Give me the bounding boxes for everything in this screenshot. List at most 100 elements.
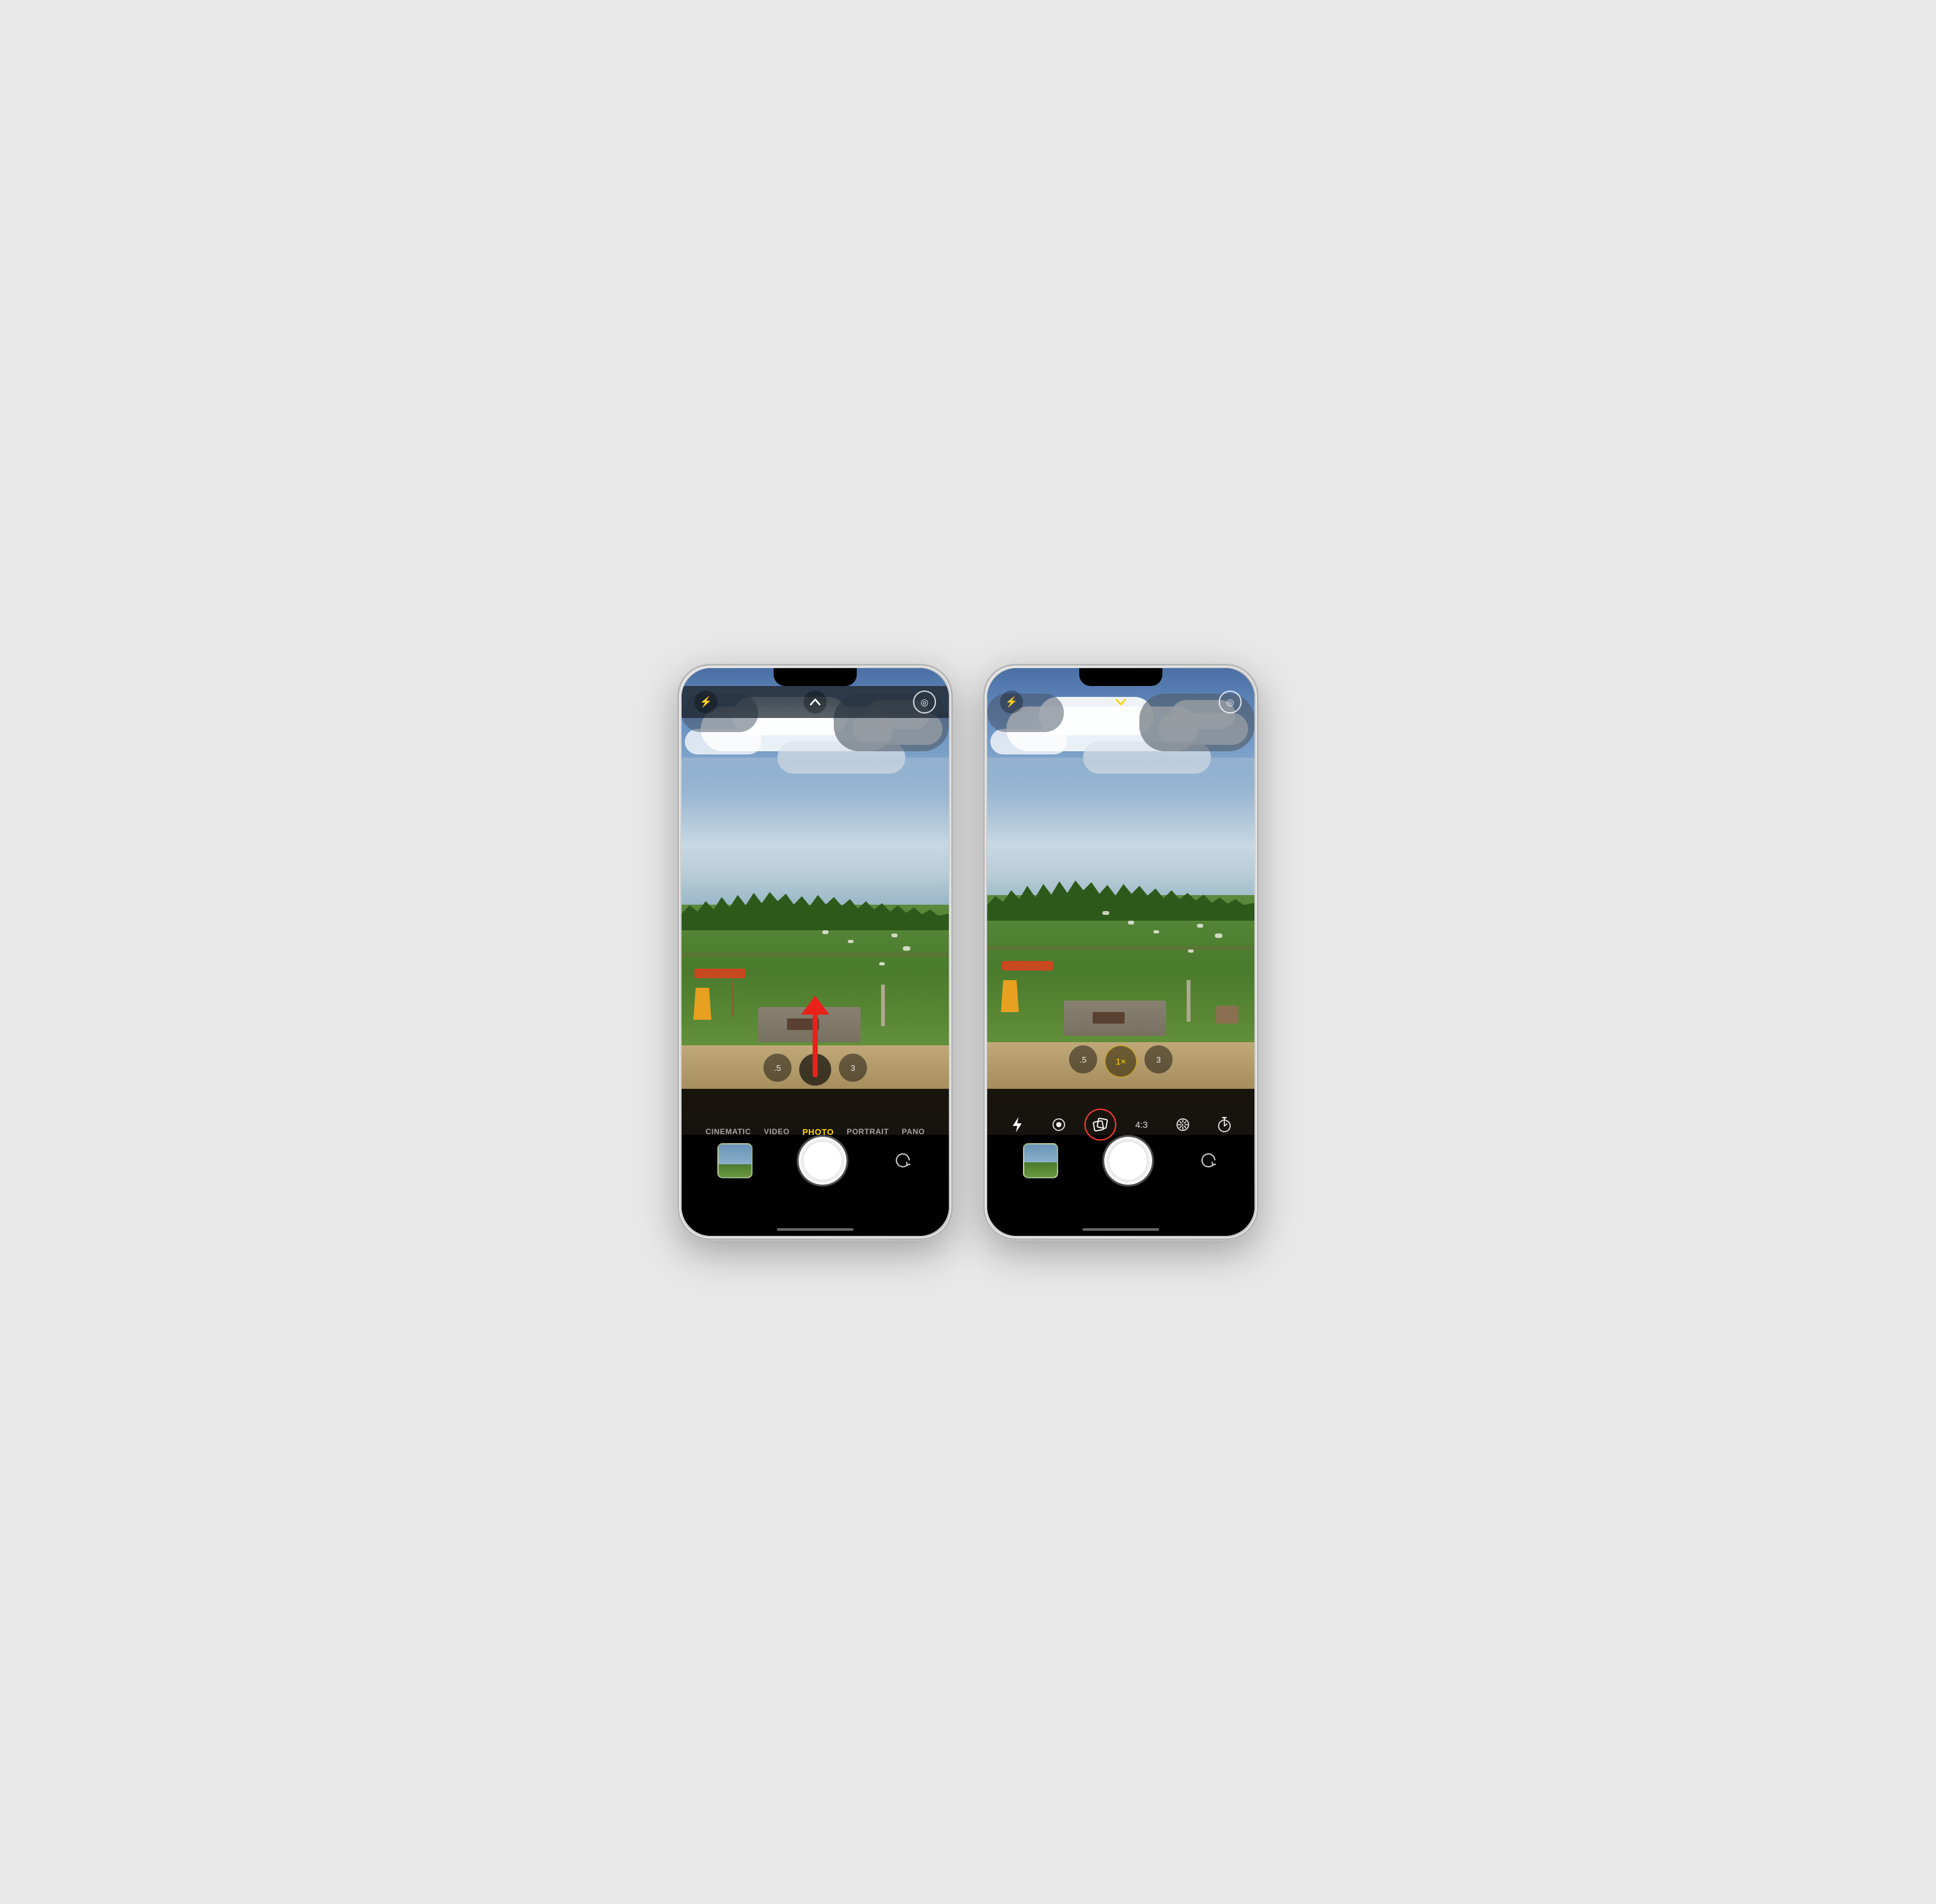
camera-controls-1 — [682, 1137, 949, 1185]
settings-toolbar-2: 4:3 + — [987, 1112, 1254, 1137]
zoom-3-btn-1[interactable]: 3 — [839, 1054, 867, 1082]
flash-settings-icon — [1010, 1116, 1024, 1134]
platform-2 — [1002, 961, 1053, 971]
notch-1 — [774, 668, 857, 686]
thumbnail-1[interactable] — [717, 1143, 753, 1178]
home-indicator-2 — [1082, 1228, 1159, 1231]
chevron-up-icon-1 — [809, 698, 821, 706]
playground-1 — [691, 969, 749, 1020]
sheep-2d — [1215, 933, 1222, 938]
settings-flash-2[interactable] — [1005, 1112, 1029, 1137]
zoom-3-label-2: 3 — [1156, 1055, 1160, 1065]
treeline-1 — [682, 886, 949, 930]
treeline-2 — [987, 873, 1254, 921]
thumbnail-sky — [719, 1144, 751, 1164]
sheep-2b — [1153, 930, 1159, 933]
zoom-1x-btn-2[interactable]: 1× — [1105, 1045, 1137, 1077]
mode-photo-1[interactable]: PHOTO — [802, 1127, 834, 1137]
red-highlight-circle — [1084, 1109, 1116, 1141]
live-photo-button-1[interactable]: ◎ — [913, 691, 936, 714]
phone-2-screen: ⚡ ◎ .5 1× 3 — [987, 668, 1254, 1236]
ladder-post — [732, 981, 733, 1017]
cloud-haze — [682, 758, 949, 796]
sheep-3 — [891, 933, 898, 937]
live-photo-icon-2: ◎ — [1226, 697, 1234, 708]
shutter-inner-2 — [1107, 1140, 1149, 1182]
chevron-down-icon-2 — [1115, 698, 1127, 706]
live-photo-settings-icon — [1051, 1117, 1066, 1132]
zoom-05-label-1: .5 — [774, 1063, 781, 1073]
arrow-shaft — [813, 1013, 818, 1077]
red-arrow-annotation — [813, 1013, 818, 1077]
zoom-3-label-1: 3 — [850, 1063, 855, 1073]
flash-icon-2: ⚡ — [1005, 696, 1018, 708]
ladder-1 — [717, 981, 749, 1020]
settings-aspect-2[interactable]: 4:3 — [1129, 1112, 1153, 1137]
shutter-button-1[interactable] — [799, 1137, 847, 1185]
umbrella-2 — [1187, 980, 1190, 1022]
zoom-05-btn-1[interactable]: .5 — [763, 1054, 792, 1082]
settings-timer-2[interactable] — [1212, 1112, 1237, 1137]
platform-1 — [694, 969, 746, 978]
settings-styles-container — [1088, 1112, 1112, 1137]
rotate-icon-svg-1 — [893, 1151, 913, 1171]
top-bar-2: ⚡ ◎ — [987, 691, 1254, 714]
svg-text:+: + — [1181, 1122, 1184, 1128]
fence-2 — [987, 946, 1254, 950]
table-2 — [1093, 1012, 1125, 1024]
cloud-2haze — [987, 758, 1254, 796]
rotate-button-2[interactable] — [1198, 1151, 1219, 1171]
rotate-button-1[interactable] — [893, 1151, 913, 1171]
zoom-05-btn-2[interactable]: .5 — [1069, 1045, 1097, 1073]
thumbnail-2[interactable] — [1023, 1143, 1058, 1178]
mode-pano-1[interactable]: PANO — [902, 1127, 925, 1137]
chevron-button-1[interactable] — [804, 691, 827, 714]
zoom-controls-2: .5 1× 3 — [987, 1045, 1254, 1077]
timer-icon — [1217, 1116, 1232, 1133]
flash-button-2[interactable]: ⚡ — [1000, 691, 1023, 714]
thumbnail-grass — [719, 1164, 751, 1177]
settings-exposure-2[interactable]: + — [1171, 1112, 1195, 1137]
thumbnail-2-sky — [1024, 1144, 1057, 1162]
phone-1-screen: ⚡ ◎ .5 — [682, 668, 949, 1236]
exposure-icon: + — [1175, 1117, 1190, 1132]
zoom-3-btn-2[interactable]: 3 — [1144, 1045, 1173, 1073]
mode-video-1[interactable]: VIDEO — [764, 1127, 790, 1137]
top-bar-1: ⚡ ◎ — [682, 691, 949, 714]
umbrella-1 — [881, 985, 885, 1026]
notch-2 — [1079, 668, 1162, 686]
sheep-2c — [1197, 924, 1203, 928]
flash-icon-1: ⚡ — [699, 696, 712, 708]
home-indicator-1 — [777, 1228, 854, 1231]
aspect-ratio-text: 4:3 — [1136, 1120, 1148, 1130]
cloud-2c5 — [990, 729, 1067, 754]
shutter-button-2[interactable] — [1104, 1137, 1152, 1185]
thumbnail-2-grass — [1024, 1162, 1057, 1177]
mode-selector-1: CINEMATIC VIDEO PHOTO PORTRAIT PANO — [682, 1127, 949, 1137]
chevron-button-2[interactable] — [1109, 691, 1132, 714]
sheep-2a — [1128, 921, 1134, 925]
flash-button-1[interactable]: ⚡ — [694, 691, 717, 714]
phone-1: ⚡ ◎ .5 — [678, 664, 953, 1240]
zoom-05-label-2: .5 — [1080, 1055, 1087, 1065]
fence-1 — [682, 953, 949, 956]
rotate-icon-svg-2 — [1198, 1151, 1219, 1171]
sheep-2f — [1102, 911, 1109, 915]
settings-live-2[interactable] — [1047, 1112, 1071, 1137]
playground-2 — [999, 961, 1056, 1012]
shutter-inner-1 — [802, 1140, 843, 1182]
mode-cinematic-1[interactable]: CINEMATIC — [705, 1127, 751, 1137]
live-photo-button-2[interactable]: ◎ — [1219, 691, 1242, 714]
slide-1 — [691, 988, 714, 1020]
slide-2 — [999, 980, 1021, 1012]
mode-portrait-1[interactable]: PORTRAIT — [847, 1127, 889, 1137]
phone-2: ⚡ ◎ .5 1× 3 — [983, 664, 1258, 1240]
clouds-2 — [987, 694, 1254, 834]
page-container: ⚡ ◎ .5 — [652, 639, 1284, 1265]
cloud-c5 — [685, 729, 761, 754]
sheep-4 — [903, 946, 910, 951]
treeline-2-silhouette — [987, 876, 1254, 921]
live-photo-icon-1: ◎ — [921, 697, 928, 708]
treeline-silhouette — [682, 889, 949, 930]
chair-2 — [1216, 1006, 1238, 1024]
